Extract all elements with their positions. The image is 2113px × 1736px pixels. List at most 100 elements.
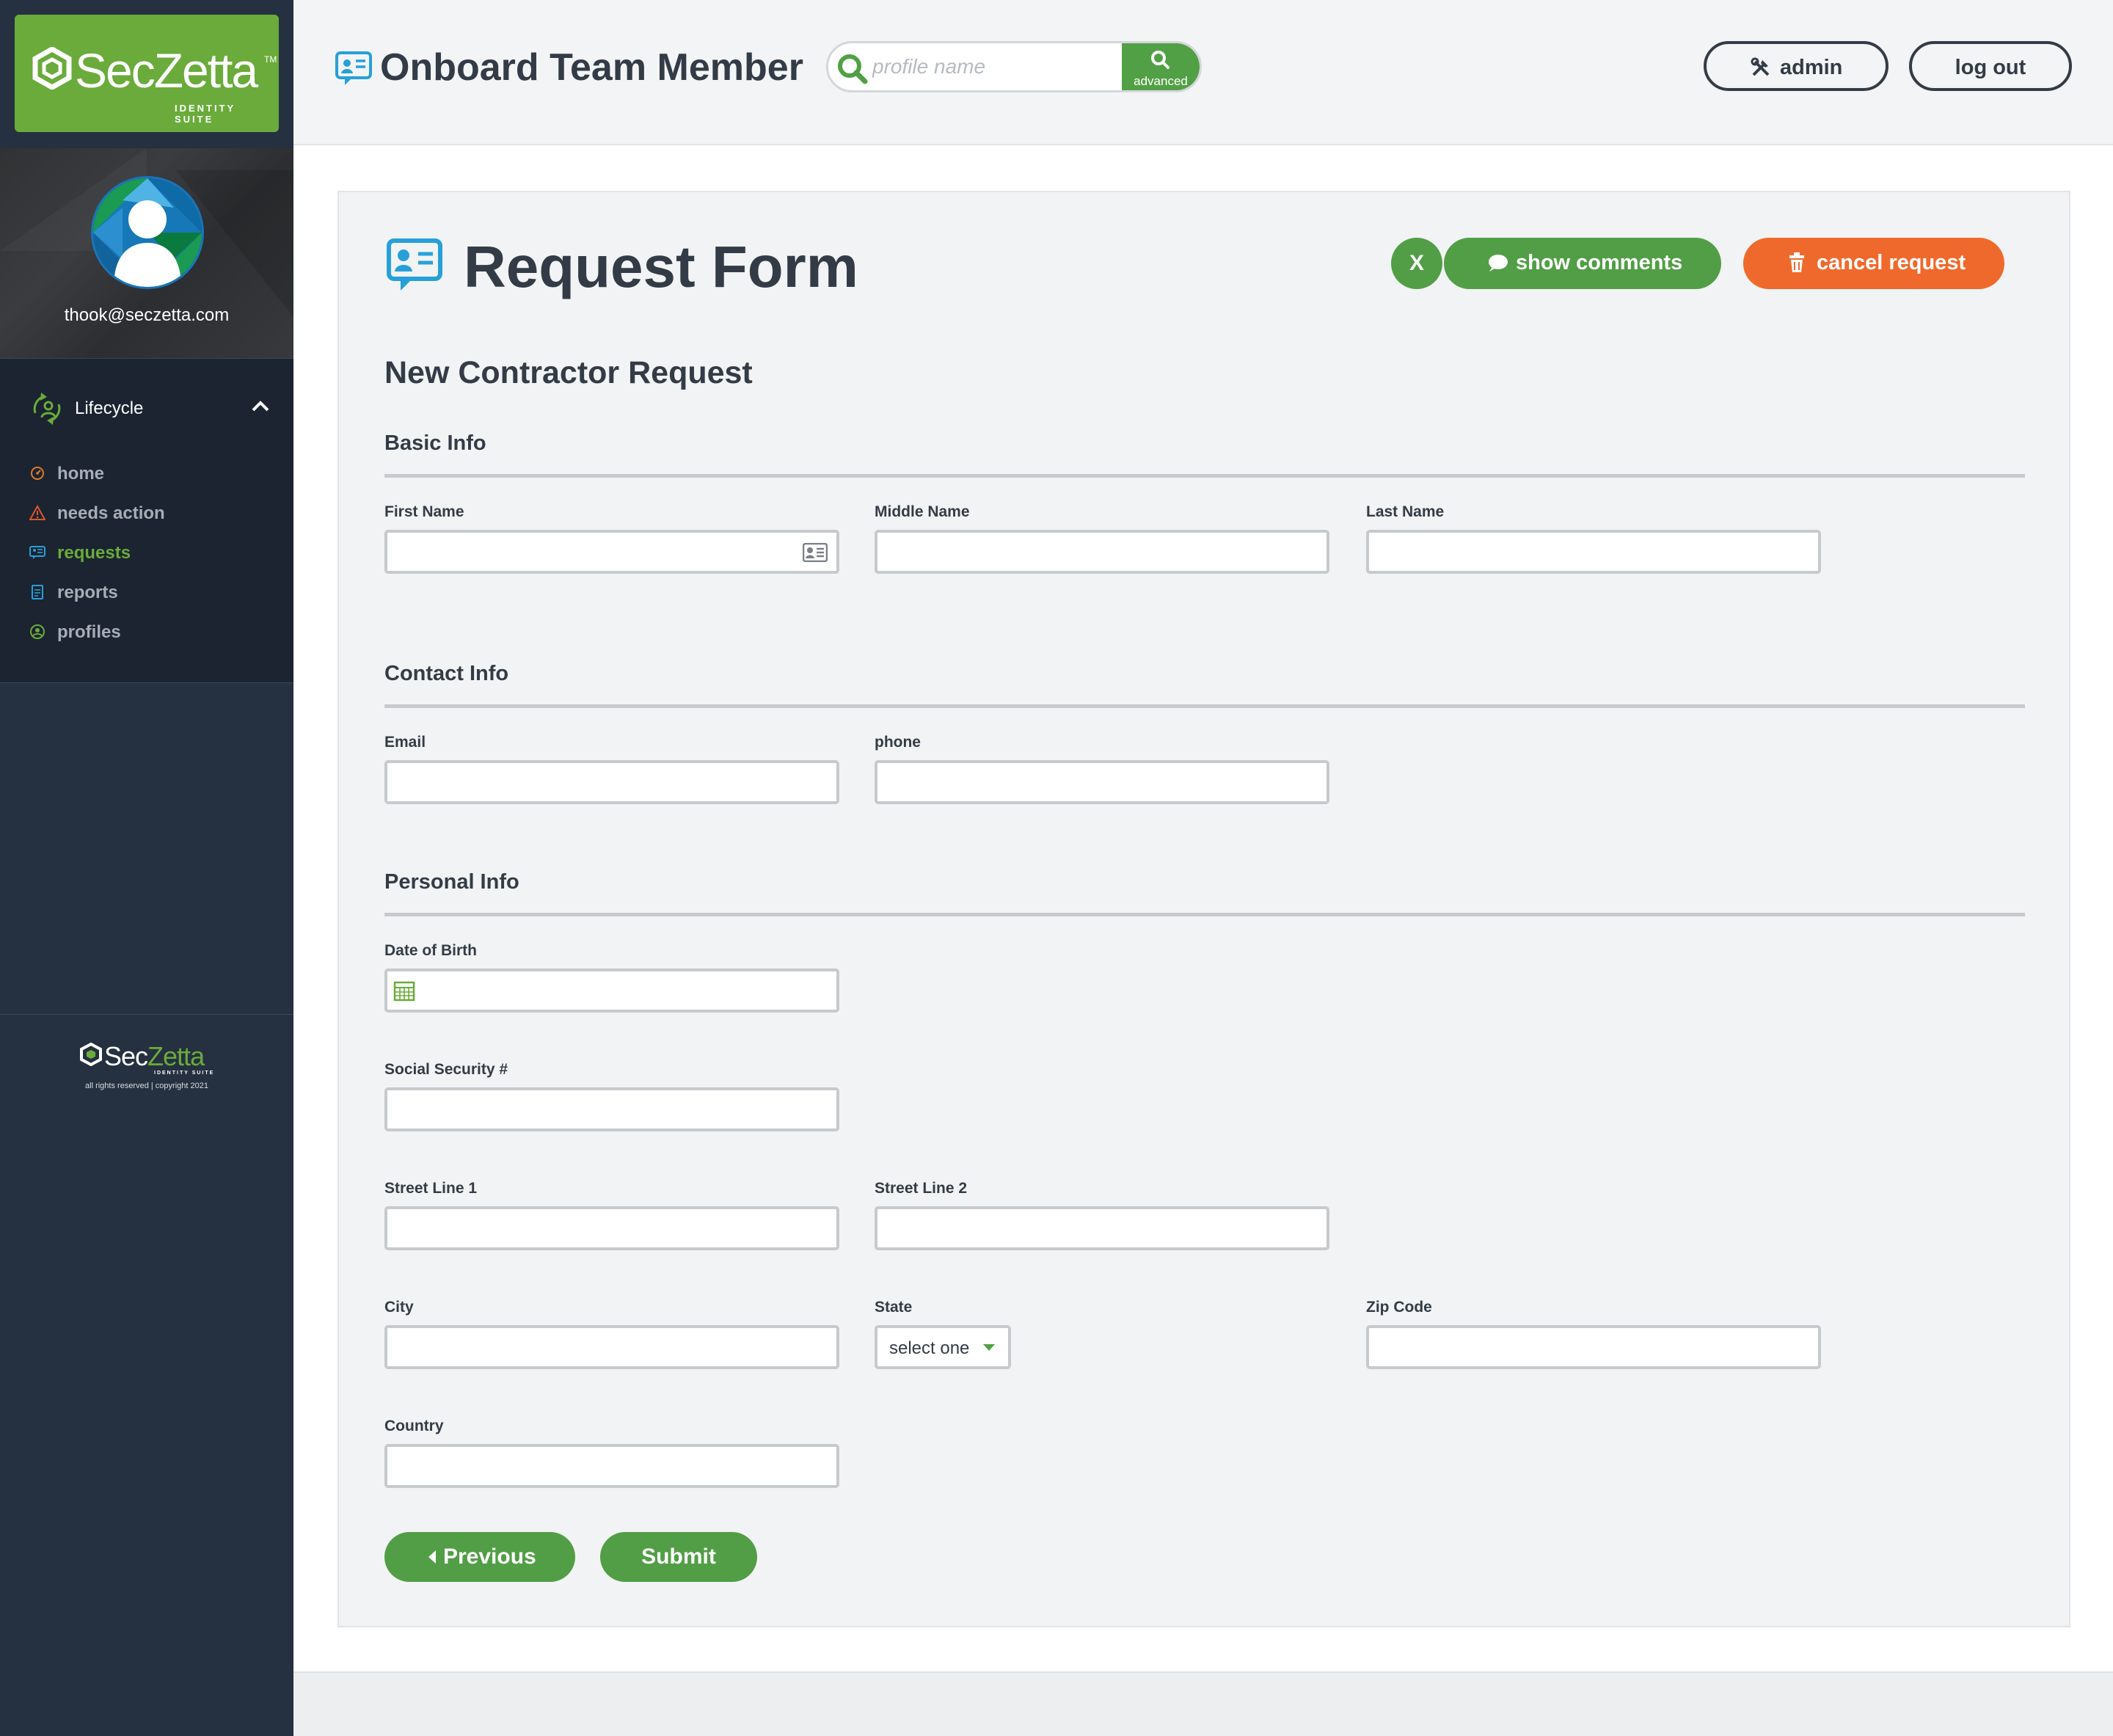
email-field[interactable] (384, 760, 839, 804)
show-comments-label: show comments (1516, 251, 1683, 274)
search-icon (1151, 51, 1169, 69)
sidebar-item-label: profiles (57, 622, 121, 642)
search-input[interactable] (872, 51, 1107, 83)
form-subtitle: New Contractor Request (384, 355, 753, 390)
calendar-icon[interactable] (393, 980, 415, 1002)
section-title-basic: Basic Info (384, 431, 486, 455)
sidebar: SecZetta TM IDENTITY SUITE thook@seczett… (0, 0, 293, 1736)
sidebar-item-label: requests (57, 543, 131, 563)
seczetta-logo-icon (32, 47, 72, 90)
brand-name: SecZetta (75, 43, 258, 98)
footer-brand-sec: Sec (104, 1041, 148, 1071)
comment-icon (1489, 255, 1508, 271)
cancel-request-button[interactable]: cancel request (1743, 238, 2004, 289)
street2-field[interactable] (875, 1206, 1329, 1250)
reports-icon (32, 585, 43, 599)
advanced-search-button[interactable]: advanced (1122, 43, 1200, 90)
chevron-up-icon (252, 401, 269, 412)
brand-tm: TM (264, 54, 277, 65)
search-icon (838, 54, 868, 84)
sidebar-nav: Lifecycle home needs action requests rep… (0, 358, 293, 683)
profile-search: advanced (826, 41, 1202, 92)
advanced-search-label: advanced (1134, 74, 1188, 88)
street1-field[interactable] (384, 1206, 839, 1250)
dob-label: Date of Birth (384, 942, 477, 959)
footer-brand-logo: SecZetta IDENTITY SUITE (0, 1014, 293, 1087)
zip-field[interactable] (1366, 1325, 1821, 1369)
brand-logo[interactable]: SecZetta TM IDENTITY SUITE (15, 15, 279, 132)
home-icon (31, 467, 44, 480)
admin-button[interactable]: admin (1704, 41, 1888, 91)
tools-icon (1751, 57, 1770, 76)
form-title: Request Form (464, 234, 858, 299)
middle-name-field[interactable] (875, 530, 1329, 574)
close-comments-button[interactable]: X (1391, 238, 1442, 289)
brand-suite: IDENTITY SUITE (175, 103, 236, 125)
top-header: Onboard Team Member advanced admin log o… (293, 0, 2113, 145)
request-form-card: Request Form X show comments cancel requ… (337, 191, 2070, 1627)
requests-icon (29, 546, 45, 559)
show-comments-button[interactable]: show comments (1444, 238, 1721, 289)
footer-brand-suite: IDENTITY SUITE (154, 1071, 215, 1076)
sidebar-item-profiles[interactable]: profiles (29, 617, 264, 646)
city-field[interactable] (384, 1325, 839, 1369)
page-footer-strip (293, 1671, 2113, 1736)
caret-left-icon (428, 1550, 436, 1564)
copyright-text: all rights reserved | copyright 2021 (85, 1082, 208, 1090)
phone-field[interactable] (875, 760, 1329, 804)
lifecycle-label: Lifecycle (75, 398, 144, 418)
first-name-field[interactable] (384, 530, 839, 574)
caret-down-icon (983, 1344, 995, 1351)
state-select[interactable]: select one (875, 1325, 1011, 1369)
footer-brand-zetta: Zetta (147, 1041, 205, 1071)
page-title: Onboard Team Member (380, 46, 803, 89)
previous-button[interactable]: Previous (384, 1532, 575, 1582)
avatar-person-icon (93, 178, 202, 287)
country-field[interactable] (384, 1444, 839, 1488)
footer-brand-name: SecZetta (104, 1041, 205, 1072)
cancel-request-label: cancel request (1817, 251, 1966, 274)
section-divider (384, 704, 2025, 708)
sidebar-item-needs-action[interactable]: needs action (29, 498, 264, 528)
zip-label: Zip Code (1366, 1299, 1432, 1316)
country-label: Country (384, 1418, 444, 1434)
ssn-field[interactable] (384, 1087, 839, 1131)
submit-label: Submit (641, 1544, 716, 1569)
lifecycle-icon (33, 393, 61, 425)
phone-label: phone (875, 734, 921, 751)
sidebar-item-label: home (57, 464, 105, 484)
logout-button[interactable]: log out (1909, 41, 2072, 91)
middle-name-label: Middle Name (875, 503, 970, 520)
last-name-label: Last Name (1366, 503, 1445, 520)
onboard-icon (335, 51, 372, 85)
sidebar-item-label: reports (57, 583, 118, 602)
admin-label: admin (1780, 56, 1843, 79)
previous-label: Previous (443, 1544, 536, 1569)
avatar[interactable] (91, 176, 204, 289)
sidebar-item-reports[interactable]: reports (29, 577, 264, 607)
sidebar-item-requests[interactable]: requests (29, 538, 264, 567)
section-divider (384, 474, 2025, 478)
last-name-field[interactable] (1366, 530, 1821, 574)
street2-label: Street Line 2 (875, 1180, 968, 1197)
email-label: Email (384, 734, 426, 751)
city-label: City (384, 1299, 414, 1316)
state-label: State (875, 1299, 913, 1316)
lifecycle-section-toggle[interactable]: Lifecycle (28, 388, 270, 429)
ssn-label: Social Security # (384, 1061, 508, 1078)
logout-label: log out (1955, 56, 2026, 79)
user-email: thook@seczetta.com (64, 305, 230, 325)
trash-icon (1789, 252, 1804, 272)
sidebar-item-label: needs action (57, 503, 165, 523)
section-divider (384, 913, 2025, 916)
dob-field[interactable] (384, 969, 839, 1013)
contact-card-icon[interactable] (803, 543, 828, 562)
sidebar-item-home[interactable]: home (29, 459, 264, 488)
submit-button[interactable]: Submit (600, 1532, 757, 1582)
first-name-label: First Name (384, 503, 464, 520)
street1-label: Street Line 1 (384, 1180, 478, 1197)
user-profile-area: thook@seczetta.com (0, 148, 293, 358)
request-form-icon (387, 238, 442, 291)
section-title-contact: Contact Info (384, 662, 509, 685)
profiles-icon (30, 624, 45, 639)
